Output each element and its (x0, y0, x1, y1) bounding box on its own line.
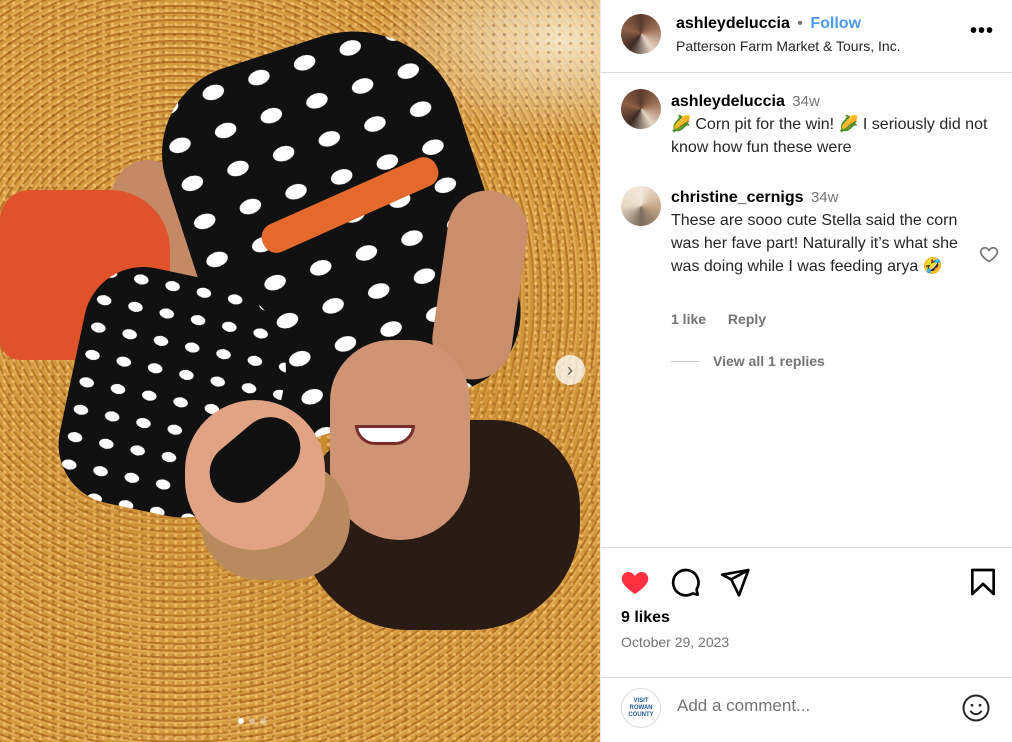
post-username[interactable]: ashleydeluccia (676, 15, 790, 32)
comments-list: ashleydeluccia 34w 🌽 Corn pit for the wi… (601, 74, 1012, 546)
post-actions: 9 likes October 29, 2023 (601, 547, 1012, 677)
separator-dot: • (797, 15, 803, 32)
avatar[interactable]: VISIT ROWAN COUNTY (621, 688, 661, 728)
view-replies-button[interactable]: View all 1 replies (671, 353, 825, 369)
comment-meta: 1 like Reply (671, 311, 766, 327)
paper-plane-icon[interactable] (719, 566, 751, 598)
post-header: ashleydeluccia • Follow Patterson Farm M… (601, 0, 1012, 73)
carousel-dots (238, 718, 266, 724)
likes-count[interactable]: 9 likes (621, 609, 670, 627)
heart-icon[interactable] (619, 566, 651, 598)
carousel-dot-active (238, 718, 244, 724)
carousel-dot (260, 718, 266, 724)
comment-time[interactable]: 34w (792, 93, 820, 110)
view-replies-label: View all 1 replies (713, 353, 825, 369)
avatar[interactable] (621, 89, 661, 129)
comment-time[interactable]: 34w (811, 189, 839, 206)
avatar[interactable] (621, 186, 661, 226)
comment-username[interactable]: ashleydeluccia (671, 93, 785, 110)
avatar-logo-text: VISIT (633, 697, 649, 704)
divider (671, 360, 699, 362)
add-comment-bar: VISIT ROWAN COUNTY (601, 677, 1012, 742)
heart-outline-icon[interactable] (979, 244, 999, 269)
avatar-logo-text: COUNTY (628, 711, 654, 718)
post-photo[interactable]: › (0, 0, 600, 742)
avatar-logo-text: ROWAN (629, 704, 653, 711)
comment-text: 🌽 Corn pit for the win! 🌽 I seriously di… (671, 116, 988, 156)
comment-username[interactable]: christine_cernigs (671, 189, 804, 206)
more-options-icon[interactable]: ••• (970, 21, 994, 41)
bookmark-icon[interactable] (967, 566, 999, 598)
carousel-next-button[interactable]: › (555, 355, 585, 385)
carousel-dot (249, 718, 255, 724)
comment-bubble-icon[interactable] (669, 566, 701, 598)
comment-text: These are sooo cute Stella said the corn… (671, 212, 958, 275)
comment-likes[interactable]: 1 like (671, 311, 706, 327)
smiley-icon[interactable] (961, 693, 991, 723)
avatar[interactable] (621, 14, 661, 54)
chevron-right-icon: › (567, 360, 573, 380)
comment-input[interactable] (677, 696, 947, 716)
reply-button[interactable]: Reply (728, 311, 766, 327)
comment: christine_cernigs 34w These are sooo cut… (671, 186, 961, 278)
caption-comment: ashleydeluccia 34w 🌽 Corn pit for the wi… (671, 90, 996, 159)
post-date[interactable]: October 29, 2023 (621, 634, 729, 650)
post-side-panel: ashleydeluccia • Follow Patterson Farm M… (600, 0, 1012, 742)
post-location[interactable]: Patterson Farm Market & Tours, Inc. (676, 38, 901, 54)
follow-button[interactable]: Follow (810, 15, 861, 32)
post-author-line: ashleydeluccia • Follow (676, 15, 861, 33)
